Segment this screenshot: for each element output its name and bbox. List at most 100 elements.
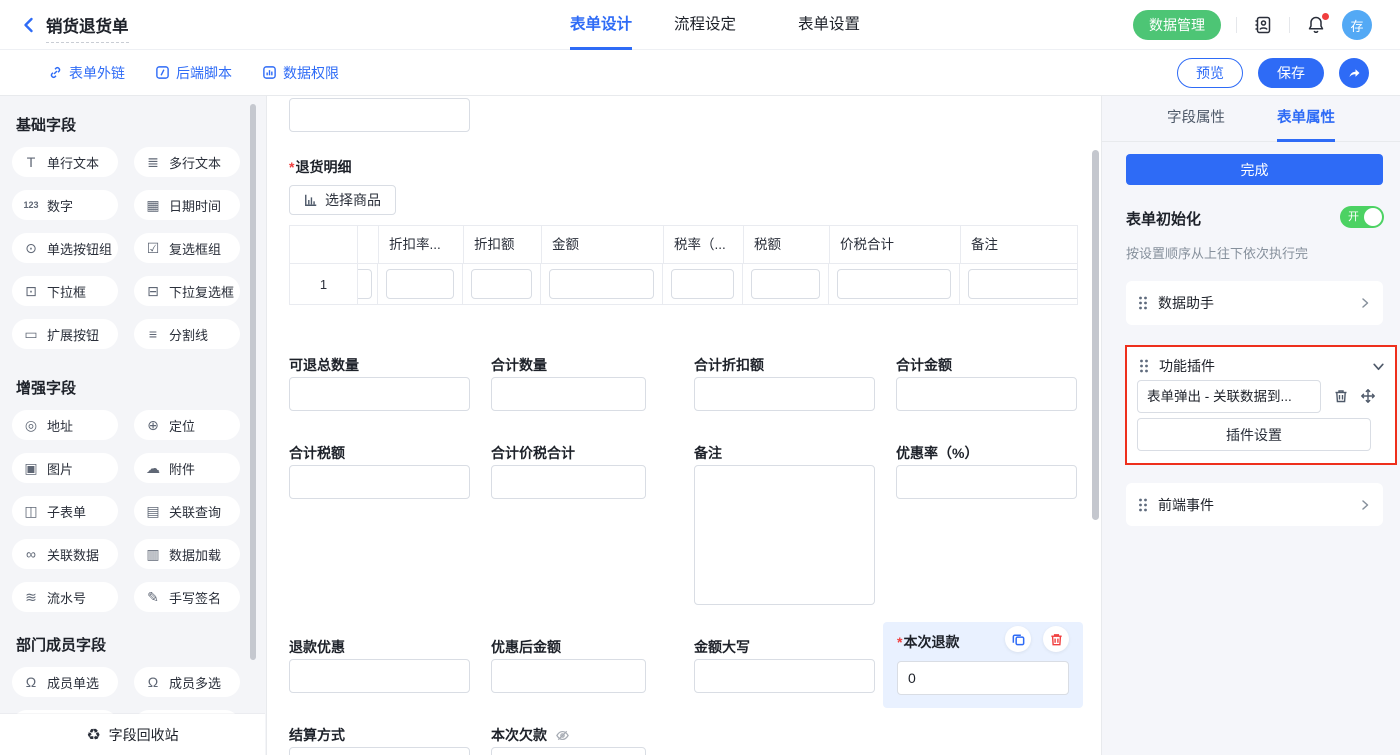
field-total-amount: 合计金额 [896,355,1077,411]
amount-in-words-input[interactable] [694,659,875,693]
page-title[interactable]: 销货退货单 [46,13,129,43]
avatar[interactable]: 存 [1342,10,1372,40]
sidebar-field-divider[interactable]: ≡分割线 [134,319,240,349]
total-discount-input[interactable] [694,377,875,411]
refundable-total-input[interactable] [289,377,470,411]
settlement-method-input[interactable] [289,747,470,755]
tab-form-setting[interactable]: 表单设置 [798,0,860,50]
sidebar-field-attachment[interactable]: ☁附件 [134,453,240,483]
field-pill-label: 数据加载 [169,545,221,564]
current-refund-input[interactable] [897,661,1069,695]
divider-icon: ≡ [144,326,162,342]
sidebar-field-multi-line-text[interactable]: ≣多行文本 [134,147,240,177]
chevron-down-icon[interactable] [1372,360,1385,373]
sidebar-field-single-line-text[interactable]: T单行文本 [12,147,118,177]
total-tax-input[interactable] [289,465,470,499]
done-button[interactable]: 完成 [1126,154,1383,185]
canvas-scrollbar[interactable] [1092,150,1099,520]
sidebar-field-signature[interactable]: ✎手写签名 [134,582,240,612]
extend-button-icon: ▭ [22,326,40,343]
data-manage-button[interactable]: 数据管理 [1133,10,1221,40]
contacts-icon[interactable] [1252,14,1274,36]
plugin-delete-icon[interactable] [1333,388,1349,404]
form-external-link[interactable]: 表单外链 [48,63,125,83]
field-pill-label: 地址 [47,416,73,435]
field-recycle-bin[interactable]: ♻ 字段回收站 [0,714,265,755]
plugin-settings-button[interactable]: 插件设置 [1137,418,1371,451]
field-pill-label: 单行文本 [47,153,99,172]
current-debt-input[interactable] [491,747,646,755]
sidebar-field-linked-query[interactable]: ▤关联查询 [134,496,240,526]
save-button[interactable]: 保存 [1258,58,1324,88]
subform-icon: ◫ [22,503,40,520]
tab-flow-setting[interactable]: 流程设定 [674,0,736,50]
sidebar-field-datetime[interactable]: ▦日期时间 [134,190,240,220]
canvas-top-input[interactable] [289,98,470,132]
cell-input[interactable] [471,269,532,299]
cell-input[interactable] [968,269,1078,299]
field-total-tax: 合计税额 [289,443,470,499]
backend-script-link[interactable]: 后端脚本 [155,63,232,83]
sidebar-field-number[interactable]: 123数字 [12,190,118,220]
share-button[interactable] [1339,58,1369,88]
tab-field-properties[interactable]: 字段属性 [1167,96,1225,142]
amount-after-discount-input[interactable] [491,659,646,693]
discount-rate-input[interactable] [896,465,1077,499]
refund-discount-input[interactable] [289,659,470,693]
preview-button[interactable]: 预览 [1177,58,1243,88]
field-amount-after-discount: 优惠后金额 [491,637,646,693]
sidebar-field-extend-button[interactable]: ▭扩展按钮 [12,319,118,349]
select-product-button[interactable]: 选择商品 [289,185,396,215]
field-amount-in-words: 金额大写 [694,637,875,693]
sidebar-field-checkbox-group[interactable]: ☑复选框组 [134,233,240,263]
total-amount-input[interactable] [896,377,1077,411]
cell-input[interactable] [358,269,372,299]
radio-group-icon: ⊙ [22,240,40,257]
sidebar-field-radio-group[interactable]: ⊙单选按钮组 [12,233,118,263]
frontend-event-card[interactable]: 前端事件 [1126,483,1383,526]
sidebar-scrollbar[interactable] [250,104,256,660]
cell-input[interactable] [549,269,654,299]
data-permission-link[interactable]: 数据权限 [262,63,339,83]
form-toolbar: 表单外链 后端脚本 数据权限 预览 保存 [0,50,1400,96]
serial-number-icon: ≋ [22,589,40,606]
notification-bell-icon[interactable] [1305,14,1327,36]
sidebar-field-subform[interactable]: ◫子表单 [12,496,118,526]
copy-field-button[interactable] [1005,626,1031,652]
cell-input[interactable] [671,269,734,299]
data-assistant-card[interactable]: 数据助手 [1126,281,1383,325]
number-icon: 123 [22,200,40,210]
tab-form-design[interactable]: 表单设计 [570,0,632,50]
plugin-move-icon[interactable] [1360,388,1376,404]
remark-textarea[interactable] [694,465,875,605]
sidebar-field-data-load[interactable]: ▥ 数据加载 [134,539,240,569]
cell-input[interactable] [837,269,951,299]
tab-form-properties[interactable]: 表单属性 [1277,96,1335,142]
selected-field-current-refund[interactable]: *本次退款 [883,622,1083,708]
delete-field-button[interactable] [1043,626,1069,652]
canvas-scrollbar-track [1090,96,1101,755]
total-qty-input[interactable] [491,377,646,411]
data-load-icon: ▥ [144,546,162,563]
form-init-toggle[interactable]: 开 [1340,206,1384,228]
field-pill-label: 流水号 [47,588,86,607]
plugin-header[interactable]: 功能插件 [1139,356,1385,376]
column-header: 金额 [542,226,664,263]
sidebar-field-location[interactable]: ⊕定位 [134,410,240,440]
back-icon[interactable] [20,16,38,34]
sidebar-field-member-single[interactable]: Ω成员单选 [12,667,118,697]
plugin-select[interactable]: 表单弹出 - 关联数据到... [1137,380,1321,413]
total-with-tax-input[interactable] [491,465,646,499]
field-pill-label: 下拉复选框 [169,282,234,301]
field-refundable-total: 可退总数量 [289,355,470,411]
sidebar-field-address[interactable]: ◎地址 [12,410,118,440]
linked-query-icon: ▤ [144,503,162,520]
cell-input[interactable] [386,269,454,299]
cell-input[interactable] [751,269,820,299]
sidebar-field-linked-data[interactable]: ∞关联数据 [12,539,118,569]
sidebar-field-member-multi[interactable]: Ω成员多选 [134,667,240,697]
sidebar-field-serial-number[interactable]: ≋ 流水号 [12,582,118,612]
sidebar-field-select[interactable]: ⊡下拉框 [12,276,118,306]
sidebar-field-image[interactable]: ▣图片 [12,453,118,483]
sidebar-field-multi-select[interactable]: ⊟下拉复选框 [134,276,240,306]
